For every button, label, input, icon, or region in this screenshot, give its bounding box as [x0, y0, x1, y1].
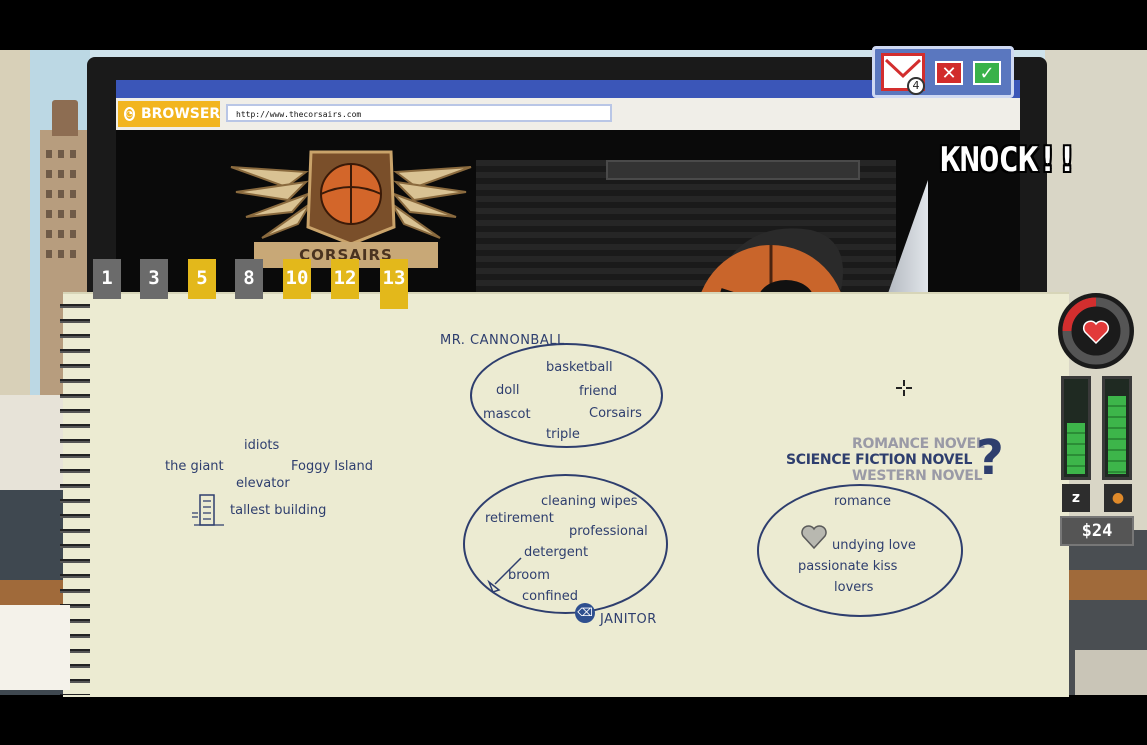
- word-undying-love[interactable]: undying love: [832, 538, 916, 553]
- reject-button[interactable]: ✕: [935, 61, 963, 85]
- word-friend[interactable]: friend: [579, 384, 617, 399]
- url-field[interactable]: http://www.thecorsairs.com: [226, 104, 612, 122]
- word-cleaning-wipes[interactable]: cleaning wipes: [541, 494, 637, 509]
- word-triple[interactable]: triple: [546, 427, 580, 442]
- arena-scoreboard: [606, 160, 860, 180]
- accept-button[interactable]: ✓: [973, 61, 1001, 85]
- tab-12[interactable]: 12: [331, 259, 359, 299]
- word-mascot[interactable]: mascot: [483, 407, 531, 422]
- mail-panel: 4 ✕ ✓: [872, 46, 1014, 98]
- word-confined[interactable]: confined: [522, 589, 578, 604]
- keyboard: [1075, 650, 1147, 695]
- word-the-giant[interactable]: the giant: [165, 459, 224, 474]
- word-passionate-kiss[interactable]: passionate kiss: [798, 559, 897, 574]
- word-elevator[interactable]: elevator: [236, 476, 290, 491]
- word-foggy-island[interactable]: Foggy Island: [291, 459, 373, 474]
- food-meter-fill: [1108, 396, 1126, 474]
- word-tallest-building[interactable]: tallest building: [230, 503, 326, 518]
- janitor-title: JANITOR: [600, 612, 657, 627]
- browser-label: BROWSER: [140, 106, 221, 122]
- word-detergent[interactable]: detergent: [524, 545, 588, 560]
- novel-option-science-fiction[interactable]: SCIENCE FICTION NOVEL: [786, 452, 972, 468]
- word-basketball[interactable]: basketball: [546, 360, 613, 375]
- word-professional[interactable]: professional: [569, 524, 648, 539]
- word-retirement[interactable]: retirement: [485, 511, 554, 526]
- word-idiots[interactable]: idiots: [244, 438, 279, 453]
- knock-sound-effect: KNOCK!!: [940, 140, 1077, 180]
- sleep-meter-fill: [1067, 423, 1085, 474]
- word-romance[interactable]: romance: [834, 494, 891, 509]
- corner-sketch: [0, 605, 70, 690]
- browser-brand: ◔ BROWSER: [118, 101, 220, 127]
- food-meter: [1102, 376, 1132, 480]
- zzz-icon: z: [1062, 484, 1090, 512]
- tab-10[interactable]: 10: [283, 259, 311, 299]
- shelf-right: [1060, 570, 1147, 600]
- drumstick-icon: ●: [1104, 484, 1132, 512]
- word-doll[interactable]: doll: [496, 383, 519, 398]
- tab-5[interactable]: 5: [188, 259, 216, 299]
- building-icon: [192, 494, 224, 526]
- tab-1[interactable]: 1: [93, 259, 121, 299]
- address-bar: ◔ BROWSER http://www.thecorsairs.com: [116, 98, 1020, 130]
- word-corsairs[interactable]: Corsairs: [589, 406, 642, 421]
- sleep-meter: [1061, 376, 1091, 480]
- novel-option-romance[interactable]: ROMANCE NOVEL: [852, 436, 985, 452]
- money-counter: $24: [1060, 516, 1134, 546]
- question-mark: ?: [976, 430, 1004, 486]
- heart-doodle-icon: [801, 525, 827, 550]
- corsairs-wings-logo: [230, 150, 472, 246]
- tab-8[interactable]: 8: [235, 259, 263, 299]
- water-tower: [52, 100, 78, 136]
- health-ring: [1058, 293, 1134, 369]
- tab-3[interactable]: 3: [140, 259, 168, 299]
- word-broom[interactable]: broom: [508, 568, 550, 583]
- tab-13[interactable]: 13: [380, 259, 408, 309]
- unread-count-badge: 4: [907, 77, 925, 95]
- browser-logo-icon: ◔: [124, 107, 135, 121]
- novel-option-western[interactable]: WESTERN NOVEL: [852, 468, 983, 484]
- crosshair-cursor-icon: [896, 380, 912, 396]
- eraser-icon[interactable]: ⌫: [575, 603, 595, 623]
- word-lovers[interactable]: lovers: [834, 580, 873, 595]
